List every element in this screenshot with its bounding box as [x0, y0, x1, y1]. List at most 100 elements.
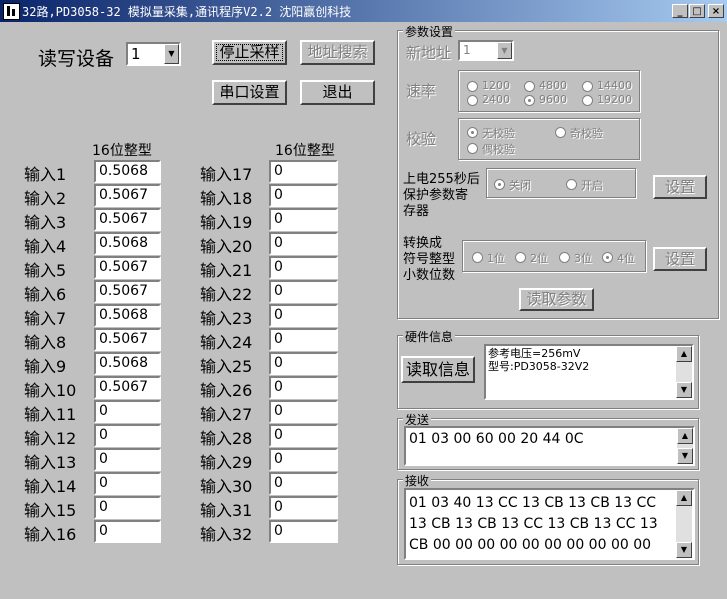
protect-set-button[interactable]: 设置: [653, 175, 707, 199]
decimal-option-radio[interactable]: [559, 252, 570, 263]
hardware-scroll-down-icon[interactable]: ▼: [676, 382, 692, 398]
decimal-option-label: 2位: [530, 252, 548, 265]
input-value-field[interactable]: 0: [269, 376, 338, 399]
input-value: 0.5067: [99, 283, 148, 299]
parity-option-radio[interactable]: [555, 127, 566, 138]
input-label: 输入6: [24, 285, 67, 304]
input-value-field[interactable]: 0: [269, 232, 338, 255]
baud-option-radio[interactable]: [582, 95, 593, 106]
input-value: 0: [274, 523, 283, 539]
decimal-option-label: 4位: [617, 252, 635, 265]
protect-option-radio[interactable]: [494, 179, 505, 190]
input-value-field[interactable]: 0.5068: [94, 160, 161, 183]
input-value-field[interactable]: 0.5067: [94, 256, 161, 279]
input-value-field[interactable]: 0: [269, 448, 338, 471]
input-label: 输入26: [200, 381, 253, 400]
input-value-field[interactable]: 0: [94, 520, 161, 543]
read-info-button[interactable]: 读取信息: [401, 356, 475, 383]
baud-option-label: 14400: [597, 79, 632, 92]
input-value-field[interactable]: 0: [269, 328, 338, 351]
input-value-field[interactable]: 0.5068: [94, 232, 161, 255]
input-value-field[interactable]: 0: [269, 280, 338, 303]
input-value: 0.5068: [99, 235, 148, 251]
close-button[interactable]: ×: [708, 4, 724, 18]
input-value-field[interactable]: 0: [269, 208, 338, 231]
input-value: 0: [274, 259, 283, 275]
parity-option-radio[interactable]: [467, 143, 478, 154]
parity-option-label: 无校验: [482, 127, 515, 140]
baud-option-radio[interactable]: [467, 95, 478, 106]
input-label: 输入27: [200, 405, 253, 424]
input-value: 0: [274, 427, 283, 443]
input-value: 0: [274, 187, 283, 203]
parity-option-radio[interactable]: [467, 127, 478, 138]
hardware-scroll-up-icon[interactable]: ▲: [676, 346, 692, 362]
input-value-field[interactable]: 0: [269, 256, 338, 279]
input-value-field[interactable]: 0: [269, 304, 338, 327]
protect-label-3: 存器: [403, 204, 430, 219]
input-value-field[interactable]: 0: [269, 352, 338, 375]
send-text-value: 01 03 00 60 00 20 44 0C: [409, 431, 584, 447]
new-address-label: 新地址: [406, 44, 452, 62]
input-value-field[interactable]: 0.5068: [94, 352, 161, 375]
decimal-set-button[interactable]: 设置: [653, 247, 707, 271]
input-value-field[interactable]: 0: [94, 424, 161, 447]
input-label: 输入31: [200, 501, 253, 520]
input-value-field[interactable]: 0: [94, 496, 161, 519]
hardware-info-text[interactable]: 参考电压=256mV 型号:PD3058-32V2: [484, 344, 694, 400]
input-value-field[interactable]: 0: [269, 472, 338, 495]
exit-button[interactable]: 退出: [300, 80, 375, 105]
input-label: 输入5: [24, 261, 67, 280]
baud-label: 速率: [406, 82, 437, 100]
receive-scroll-up-icon[interactable]: ▲: [676, 490, 692, 506]
input-value-field[interactable]: 0: [269, 184, 338, 207]
send-scroll-down-icon[interactable]: ▼: [677, 448, 693, 464]
baud-option-label: 2400: [482, 93, 510, 106]
input-value-field[interactable]: 0: [269, 424, 338, 447]
protect-option-radio[interactable]: [566, 179, 577, 190]
decimal-label-3: 小数位数: [403, 268, 456, 283]
input-value-field[interactable]: 0: [94, 400, 161, 423]
device-dropdown-icon[interactable]: ▼: [164, 44, 179, 64]
input-value: 0.5068: [99, 163, 148, 179]
baud-option-radio[interactable]: [582, 81, 593, 92]
input-label: 输入23: [200, 309, 253, 328]
input-value-field[interactable]: 0.5067: [94, 376, 161, 399]
receive-scroll-down-icon[interactable]: ▼: [676, 542, 692, 558]
decimal-option-radio[interactable]: [472, 252, 483, 263]
app-icon[interactable]: [3, 3, 20, 20]
maximize-button[interactable]: □: [689, 4, 705, 18]
input-value-field[interactable]: 0.5067: [94, 208, 161, 231]
input-value-field[interactable]: 0.5067: [94, 328, 161, 351]
input-value-field[interactable]: 0: [94, 448, 161, 471]
baud-option-radio[interactable]: [467, 81, 478, 92]
input-value-field[interactable]: 0: [94, 472, 161, 495]
input-value-field[interactable]: 0: [269, 496, 338, 519]
input-value: 0: [274, 235, 283, 251]
baud-option-radio[interactable]: [524, 95, 535, 106]
input-value-field[interactable]: 0.5067: [94, 280, 161, 303]
input-value-field[interactable]: 0.5068: [94, 304, 161, 327]
input-value-field[interactable]: 0.5067: [94, 184, 161, 207]
baud-option-radio[interactable]: [524, 81, 535, 92]
input-value-field[interactable]: 0: [269, 520, 338, 543]
stop-sampling-button[interactable]: 停止采样: [212, 40, 287, 65]
read-params-button[interactable]: 读取参数: [519, 288, 594, 311]
address-search-button[interactable]: 地址搜索: [300, 40, 375, 65]
input-value-field[interactable]: 0: [269, 400, 338, 423]
left-column-header: 16位整型: [92, 143, 152, 159]
serial-settings-button[interactable]: 串口设置: [212, 80, 287, 105]
decimal-option-radio[interactable]: [515, 252, 526, 263]
minimize-button[interactable]: _: [672, 4, 688, 18]
send-scroll-up-icon[interactable]: ▲: [677, 428, 693, 444]
input-label: 输入8: [24, 333, 67, 352]
decimal-option-radio[interactable]: [602, 252, 613, 263]
input-value: 0: [274, 451, 283, 467]
input-label: 输入11: [24, 405, 77, 424]
send-text[interactable]: 01 03 00 60 00 20 44 0C: [404, 426, 695, 466]
input-label: 输入22: [200, 285, 253, 304]
input-value: 0: [274, 307, 283, 323]
input-value-field[interactable]: 0: [269, 160, 338, 183]
new-address-dropdown-icon[interactable]: ▼: [497, 42, 512, 59]
receive-text[interactable]: 01 03 40 13 CC 13 CB 13 CB 13 CC 13 CB 1…: [404, 488, 695, 560]
